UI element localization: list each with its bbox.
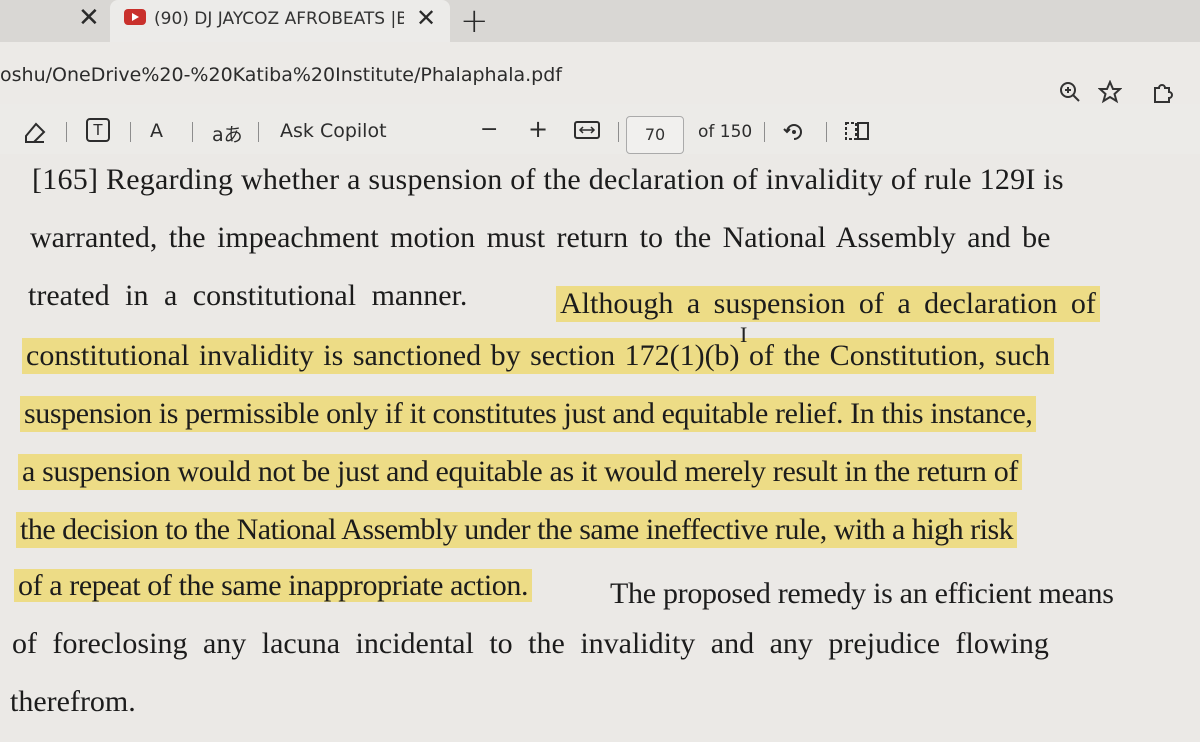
draw-icon[interactable]: [22, 120, 48, 149]
toolbar-divider: [130, 122, 131, 142]
ask-copilot-button[interactable]: Ask Copilot: [280, 120, 387, 142]
toolbar-divider: [192, 122, 193, 142]
toolbar-divider: [66, 122, 67, 142]
zoom-in-button[interactable]: +: [528, 115, 548, 143]
page-view-icon[interactable]: [844, 120, 870, 147]
youtube-icon: [124, 9, 146, 25]
pdf-page: [165] Regarding whether a suspension of …: [0, 154, 1200, 742]
fit-width-icon[interactable]: [574, 120, 600, 145]
toolbar-divider: [826, 122, 827, 142]
active-tab[interactable]: (90) DJ JAYCOZ AFROBEATS |BONC ✕: [110, 0, 450, 42]
tab-strip: ✕ (90) DJ JAYCOZ AFROBEATS |BONC ✕ +: [0, 0, 1200, 42]
url-text[interactable]: oshu/OneDrive%20-%20Katiba%20Institute/P…: [0, 64, 562, 86]
highlighted-line: Although a suspension of a declaration o…: [556, 286, 1100, 322]
tab-close-icon[interactable]: ✕: [416, 2, 436, 34]
toolbar-divider: [618, 122, 619, 142]
rotate-icon[interactable]: [782, 120, 806, 149]
paragraph-line: The proposed remedy is an efficient mean…: [610, 577, 1114, 610]
text-cursor-icon: Ι: [740, 322, 748, 347]
tab-title: (90) DJ JAYCOZ AFROBEATS |BONC: [154, 9, 404, 29]
page-total: of 150: [698, 122, 753, 142]
highlighted-text: of a repeat of the same inappropriate ac…: [14, 569, 533, 602]
paragraph-line: treated in a constitutional manner.: [28, 278, 467, 314]
toolbar-divider: [764, 122, 765, 142]
add-text-icon[interactable]: T: [86, 118, 110, 142]
paragraph-line: [165] Regarding whether a suspension of …: [32, 163, 1064, 196]
highlighted-line: constitutional invalidity is sanctioned …: [22, 338, 1055, 374]
paragraph-line: of foreclosing any lacuna incidental to …: [12, 627, 1049, 660]
read-aloud-button[interactable]: A: [150, 120, 163, 142]
paragraph-line: warranted, the impeachment motion must r…: [30, 221, 1051, 254]
paragraph-line-text: treated in a constitutional manner.: [28, 279, 468, 312]
new-tab-button[interactable]: +: [460, 0, 489, 42]
highlighted-line: the decision to the National Assembly un…: [16, 512, 1018, 548]
paragraph-line: of a repeat of the same inappropriate ac…: [14, 568, 533, 604]
toolbar-divider: [258, 122, 259, 142]
zoom-out-button[interactable]: −: [480, 117, 498, 142]
previous-tab-close-icon[interactable]: ✕: [78, 2, 100, 34]
address-bar[interactable]: oshu/OneDrive%20-%20Katiba%20Institute/P…: [0, 42, 1200, 104]
pdf-toolbar: T A aあ Ask Copilot − + 70 of 150: [0, 104, 1200, 154]
paragraph-line: therefrom.: [10, 685, 136, 718]
highlighted-line: suspension is permissible only if it con…: [20, 396, 1037, 432]
highlighted-line: a suspension would not be just and equit…: [18, 454, 1023, 490]
page-number-input[interactable]: 70: [626, 116, 684, 154]
translate-button[interactable]: aあ: [212, 120, 243, 147]
